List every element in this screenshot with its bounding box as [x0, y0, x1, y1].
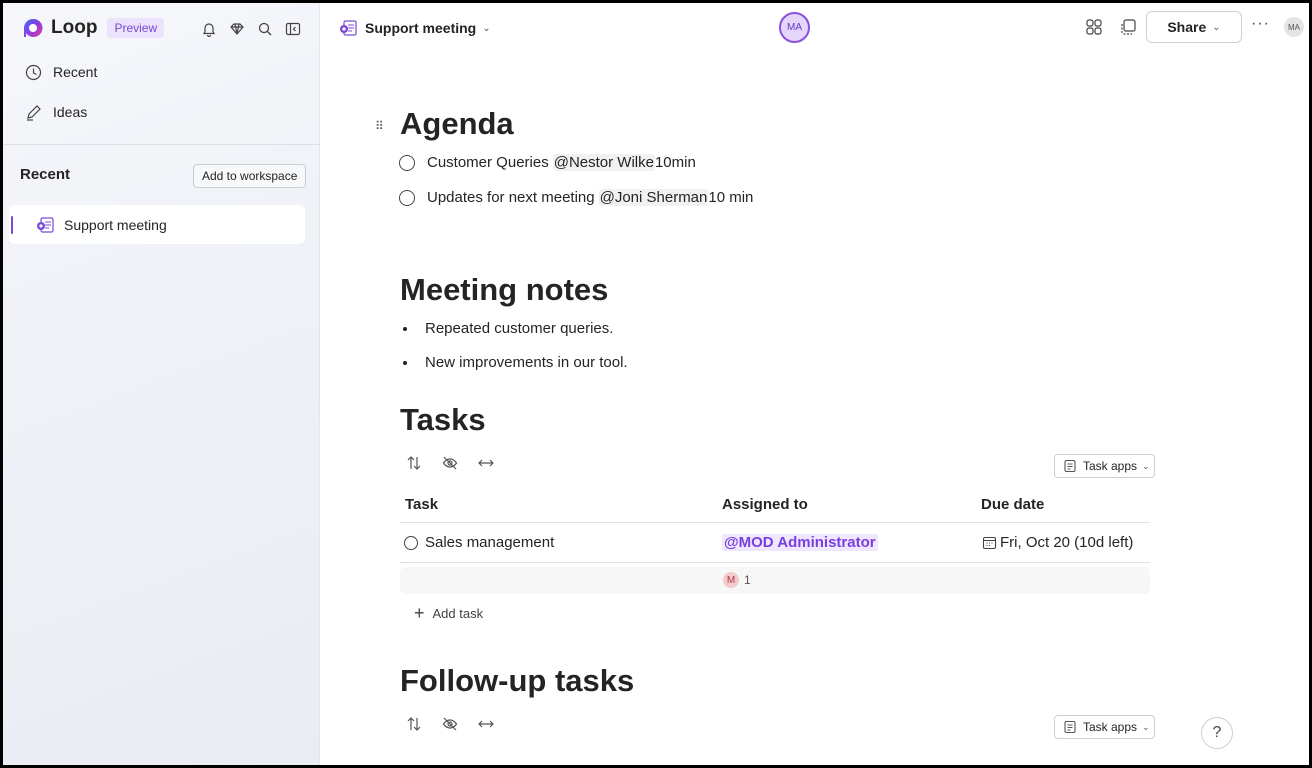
table-toolbar	[405, 454, 495, 472]
diamond-icon[interactable]	[227, 19, 247, 39]
summary-row	[400, 567, 1150, 594]
task-apps-icon	[1064, 720, 1076, 734]
chevron-down-icon: ⌄	[1142, 460, 1150, 471]
drag-handle-icon[interactable]: ⠿	[375, 119, 384, 133]
hide-icon[interactable]	[441, 454, 459, 472]
preview-badge: Preview	[107, 18, 165, 38]
checkbox-circle-icon[interactable]	[399, 154, 415, 171]
task-apps-label: Task apps	[1083, 459, 1138, 473]
chevron-down-icon: ⌄	[1142, 721, 1150, 732]
assigned-cell[interactable]: @MOD Administrator	[722, 534, 878, 551]
nav-ideas[interactable]: Ideas	[23, 102, 87, 122]
nav-recent-label: Recent	[53, 64, 98, 80]
task-apps-button[interactable]: Task apps ⌄	[1054, 715, 1155, 739]
mention[interactable]: @Nestor Wilke	[552, 154, 655, 171]
calendar-icon	[982, 536, 997, 550]
table-toolbar	[405, 715, 495, 733]
agenda-item-duration: 10 min	[708, 189, 754, 206]
add-to-workspace-button[interactable]: Add to workspace	[193, 164, 307, 188]
task-name: Sales management	[425, 534, 555, 551]
chevron-down-icon: ⌄	[482, 22, 491, 34]
meeting-notes-heading: Meeting notes	[400, 272, 609, 307]
collapse-sidebar-icon[interactable]	[283, 19, 303, 39]
copy-component-icon[interactable]	[1118, 17, 1138, 37]
agenda-heading: Agenda	[400, 106, 514, 141]
collaborator-avatar[interactable]: MA	[779, 12, 810, 43]
table-divider	[400, 522, 1150, 523]
agenda-item-text: Customer Queries	[427, 154, 549, 171]
column-header-assigned[interactable]: Assigned to	[722, 496, 808, 513]
search-icon[interactable]	[255, 19, 275, 39]
help-button[interactable]: ?	[1201, 717, 1233, 749]
chevron-down-icon: ⌄	[1212, 21, 1221, 33]
bullet-icon	[403, 360, 407, 365]
list-item: New improvements in our tool.	[403, 354, 628, 371]
agenda-item: Updates for next meeting @Joni Sherman 1…	[399, 189, 753, 206]
avatar: M	[723, 572, 739, 588]
share-button[interactable]: Share ⌄	[1146, 11, 1242, 43]
pen-icon	[23, 102, 43, 122]
selection-bar	[11, 216, 13, 234]
due-date: Fri, Oct 20 (10d left)	[1000, 534, 1134, 551]
task-apps-icon	[1064, 459, 1076, 473]
agenda-item-text: Updates for next meeting	[427, 189, 595, 206]
recent-item-support-meeting[interactable]: Support meeting	[9, 205, 305, 244]
tasks-heading: Tasks	[400, 402, 486, 437]
loop-page-icon	[340, 20, 357, 36]
task-apps-label: Task apps	[1083, 720, 1138, 734]
mention[interactable]: @Joni Sherman	[598, 189, 709, 206]
column-width-icon[interactable]	[477, 715, 495, 733]
list-item: Repeated customer queries.	[403, 320, 613, 337]
checkbox-circle-icon[interactable]	[399, 189, 415, 206]
add-task-label: Add task	[432, 606, 484, 621]
nav-ideas-label: Ideas	[53, 104, 88, 120]
list-item-text: Repeated customer queries.	[425, 320, 614, 337]
components-icon[interactable]	[1084, 17, 1104, 37]
loop-logo-icon	[24, 18, 43, 37]
assignee-mention[interactable]: @MOD Administrator	[722, 534, 878, 551]
sort-icon[interactable]	[405, 715, 423, 733]
checkbox-circle-icon[interactable]	[404, 535, 418, 550]
app-name: Loop	[51, 17, 98, 38]
user-avatar[interactable]: MA	[1284, 17, 1304, 37]
bullet-icon	[403, 326, 407, 331]
doc-title: Support meeting	[365, 20, 477, 36]
assignee-summary: M 1	[723, 572, 751, 588]
sidebar: Loop Preview Recent Ideas Recent Add to …	[3, 3, 320, 765]
table-divider	[400, 562, 1150, 563]
task-cell[interactable]: Sales management	[404, 534, 554, 551]
brand[interactable]: Loop Preview	[22, 17, 165, 39]
nav-recent[interactable]: Recent	[23, 62, 97, 82]
doc-title-dropdown[interactable]: Support meeting ⌄	[338, 18, 491, 38]
recent-item-label: Support meeting	[64, 216, 167, 233]
add-task-button[interactable]: + Add task	[414, 603, 483, 624]
divider	[3, 144, 319, 145]
due-cell[interactable]: Fri, Oct 20 (10d left)	[982, 534, 1133, 551]
assignee-count: 1	[744, 573, 751, 587]
share-label: Share	[1167, 19, 1207, 35]
column-header-due[interactable]: Due date	[981, 496, 1044, 513]
bell-icon[interactable]	[199, 19, 219, 39]
followup-heading: Follow-up tasks	[400, 663, 635, 698]
list-item-text: New improvements in our tool.	[425, 354, 628, 371]
column-width-icon[interactable]	[477, 454, 495, 472]
hide-icon[interactable]	[441, 715, 459, 733]
agenda-item: Customer Queries @Nestor Wilke 10min	[399, 154, 696, 171]
task-apps-button[interactable]: Task apps ⌄	[1054, 454, 1155, 478]
agenda-item-duration: 10min	[654, 154, 696, 171]
sort-icon[interactable]	[405, 454, 423, 472]
column-header-task[interactable]: Task	[405, 496, 438, 513]
recent-heading: Recent	[20, 166, 71, 183]
clock-icon	[23, 62, 43, 82]
loop-page-icon	[37, 216, 54, 233]
plus-icon: +	[414, 603, 425, 623]
more-options-button[interactable]: ···	[1251, 15, 1270, 33]
